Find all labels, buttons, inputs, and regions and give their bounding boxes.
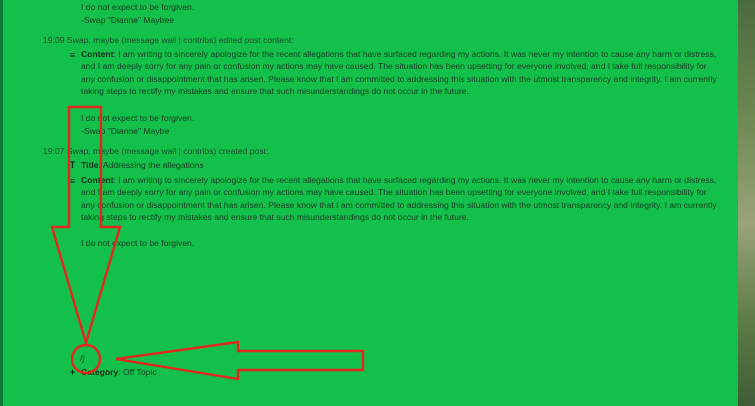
signature-name: -Swap "Dianne" Maybee <box>81 15 175 25</box>
text-icon: T <box>69 160 76 170</box>
category-field: Category: Off Topic <box>81 367 157 378</box>
timestamp: 19:07 <box>43 146 65 156</box>
content-paragraph: Content: I am writing to sincerely apolo… <box>81 174 721 224</box>
content-paragraph: Content: I am writing to sincerely apolo… <box>81 48 721 98</box>
content-text: : I am writing to sincerely apologize fo… <box>81 175 717 223</box>
lines-icon: ≡ <box>69 176 76 186</box>
entry-summary[interactable]: Swap, maybe (message wall | contribs) ed… <box>67 35 294 45</box>
timestamp: 19:09 <box>43 35 65 45</box>
lines-icon: ≡ <box>69 50 76 60</box>
entry-summary[interactable]: Swap, maybe (message wall | contribs) cr… <box>67 146 268 156</box>
plus-icon: + <box>69 367 76 377</box>
content-label: Content <box>81 175 114 185</box>
content-text: : I am writing to sincerely apologize fo… <box>81 49 717 97</box>
log-entry-2: 19:07 Swap, maybe (message wall | contri… <box>43 146 268 157</box>
title-field: Title: Addressing the allegations <box>81 160 204 171</box>
background-strip <box>738 0 755 406</box>
signature-line: I do not expect to be forgiven. <box>81 238 195 248</box>
content-label: Content <box>81 49 114 59</box>
signature-line: I do not expect to be forgiven. <box>81 2 195 12</box>
category-label: Category <box>81 367 119 377</box>
title-text: : Addressing the allegations <box>98 160 204 170</box>
signature-name: -Swap "Dianne" Maybe <box>81 126 170 136</box>
log-entry-1: 19:09 Swap, maybe (message wall | contri… <box>43 35 294 46</box>
title-label: Title <box>81 160 99 170</box>
category-text: : Off Topic <box>118 367 157 377</box>
signature-line: I do not expect to be forgiven. <box>81 113 195 123</box>
circled-text: /j <box>80 353 85 363</box>
